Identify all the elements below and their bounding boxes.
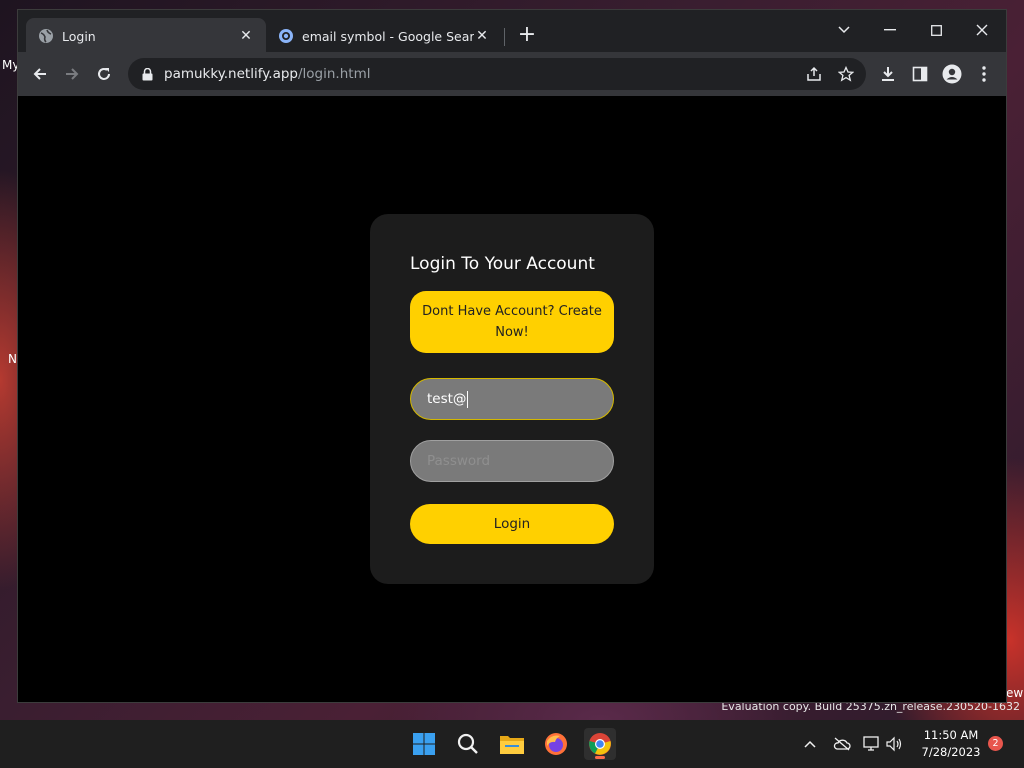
chrome-icon[interactable] <box>584 728 616 760</box>
tab-title: Login <box>62 28 96 44</box>
menu-kebab-icon[interactable] <box>970 60 998 88</box>
page-viewport: Login To Your Account Dont Have Account?… <box>18 96 1006 702</box>
reload-button[interactable] <box>90 60 118 88</box>
clock-time: 11:50 AM <box>923 728 979 742</box>
notification-badge[interactable]: 2 <box>988 736 1003 751</box>
browser-window: Login ✕ email symbol - Google Search ✕ + <box>18 10 1006 702</box>
globe-icon <box>38 28 54 44</box>
text-caret <box>467 390 469 408</box>
desktop-label: ew <box>1006 686 1024 700</box>
maximize-button[interactable] <box>916 16 956 44</box>
file-explorer-icon[interactable] <box>496 728 528 760</box>
tab-strip: Login ✕ email symbol - Google Search ✕ + <box>18 10 1006 54</box>
windows-start-icon[interactable] <box>408 728 440 760</box>
minimize-button[interactable] <box>870 16 910 44</box>
clock-date: 7/28/2023 <box>921 745 981 759</box>
taskbar: 11:50 AM 7/28/2023 2 <box>0 720 1024 768</box>
network-icon[interactable] <box>862 734 882 754</box>
desktop-label: My <box>2 58 20 72</box>
tab-google-search[interactable]: email symbol - Google Search ✕ <box>266 18 502 54</box>
close-window-button[interactable] <box>962 16 1002 44</box>
login-button[interactable]: Login <box>410 504 614 544</box>
email-field[interactable]: test@ <box>410 378 614 420</box>
tab-login[interactable]: Login ✕ <box>26 18 266 54</box>
password-placeholder: Password <box>427 453 491 469</box>
side-panel-icon[interactable] <box>906 60 934 88</box>
desktop-label: N <box>8 352 17 366</box>
volume-icon[interactable] <box>884 734 904 754</box>
back-button[interactable] <box>26 60 54 88</box>
browser-toolbar: pamukky.netlify.app/login.html <box>18 52 1006 96</box>
close-tab-icon[interactable]: ✕ <box>474 28 490 44</box>
close-tab-icon[interactable]: ✕ <box>238 28 254 44</box>
forward-button[interactable] <box>58 60 86 88</box>
tab-separator <box>504 28 505 46</box>
onedrive-offline-icon[interactable] <box>832 734 852 754</box>
tab-title: email symbol - Google Search <box>302 28 474 44</box>
new-tab-button[interactable]: + <box>516 24 538 47</box>
active-indicator <box>595 756 605 759</box>
firefox-icon[interactable] <box>540 728 572 760</box>
password-field[interactable]: Password <box>410 440 614 482</box>
tab-search-icon[interactable] <box>824 16 864 44</box>
search-icon[interactable] <box>452 728 484 760</box>
lock-icon[interactable] <box>140 67 154 81</box>
url-text[interactable]: pamukky.netlify.app/login.html <box>164 66 370 82</box>
bookmark-star-icon[interactable] <box>836 64 856 84</box>
address-bar[interactable]: pamukky.netlify.app/login.html <box>128 58 866 90</box>
download-icon[interactable] <box>874 60 902 88</box>
login-card: Login To Your Account Dont Have Account?… <box>370 214 654 584</box>
email-value: test@ <box>427 391 467 407</box>
profile-avatar-icon[interactable] <box>938 60 966 88</box>
create-account-button[interactable]: Dont Have Account? Create Now! <box>410 291 614 353</box>
chevron-up-icon[interactable] <box>800 734 820 754</box>
google-icon <box>278 28 294 44</box>
page-title: Login To Your Account <box>410 254 595 274</box>
system-clock[interactable]: 11:50 AM 7/28/2023 <box>914 727 988 761</box>
share-icon[interactable] <box>804 64 824 84</box>
